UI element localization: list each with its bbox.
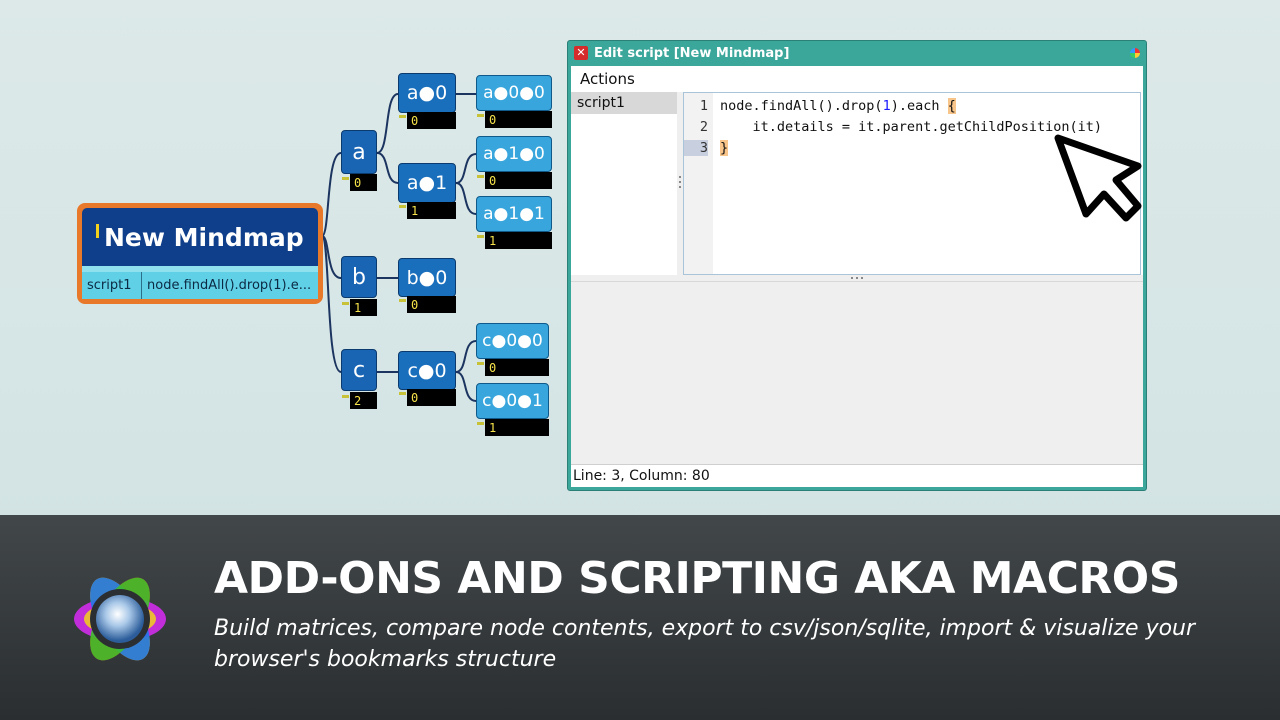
node-b0-label: b●0	[406, 266, 448, 289]
cursor-position: Line: 3, Column: 80	[573, 468, 710, 484]
node-c-details: 2	[350, 392, 377, 409]
banner-subline: Build matrices, compare node contents, e…	[214, 616, 1196, 672]
pointer-cursor-icon	[1054, 134, 1142, 222]
horizontal-splitter[interactable]	[571, 275, 1143, 282]
node-c-label: c	[352, 357, 366, 383]
node-c00-tag-icon	[477, 362, 484, 365]
node-c01[interactable]: c●0●1	[476, 383, 549, 419]
edit-script-window: ✕ Edit script [New Mindmap] Actions scri…	[567, 40, 1147, 491]
banner-headline: ADD-ONS AND SCRIPTING AKA MACROS	[214, 553, 1180, 604]
menubar: Actions	[571, 66, 1143, 93]
node-a0[interactable]: a●0	[398, 73, 456, 113]
node-c00[interactable]: c●0●0	[476, 323, 549, 359]
node-c-tag-icon	[342, 395, 349, 398]
node-a[interactable]: a	[341, 130, 377, 174]
code-text: node.findAll().drop(1).each {	[720, 97, 956, 114]
node-b-tag-icon	[342, 302, 349, 305]
node-a11-label: a●1●1	[483, 204, 545, 224]
script-list-item[interactable]: script1	[571, 92, 677, 114]
node-a0-details: 0	[407, 112, 456, 129]
root-node-title: New Mindmap	[104, 222, 304, 252]
close-icon[interactable]: ✕	[574, 46, 588, 60]
node-a0-tag-icon	[399, 115, 406, 118]
attribute-value: node.findAll().drop(1).e...	[147, 278, 312, 293]
node-c00-label: c●0●0	[482, 331, 543, 351]
line-number: 1	[699, 97, 708, 114]
node-a10[interactable]: a●1●0	[476, 136, 552, 172]
node-a00[interactable]: a●0●0	[476, 75, 552, 111]
node-a0-label: a●0	[406, 82, 448, 104]
code-token: node.findAll().drop(	[720, 97, 883, 114]
node-a11-details: 1	[485, 232, 552, 249]
output-pane	[571, 282, 1143, 465]
node-a1-details: 1	[407, 202, 456, 219]
node-a10-tag-icon	[477, 175, 484, 178]
node-a-label: a	[352, 139, 366, 165]
node-a10-details: 0	[485, 172, 552, 189]
node-c00-details: 0	[485, 359, 549, 376]
app-icon	[1130, 48, 1140, 58]
node-b-label: b	[352, 264, 366, 290]
splitter-grip-icon	[851, 277, 865, 279]
node-b0[interactable]: b●0	[398, 258, 456, 297]
window-titlebar[interactable]: ✕ Edit script [New Mindmap]	[568, 41, 1146, 65]
node-a10-label: a●1●0	[483, 144, 545, 164]
code-brace: }	[720, 139, 729, 156]
node-b-details: 1	[350, 299, 377, 316]
freeplane-logo-icon	[74, 577, 166, 661]
node-c0-details: 0	[407, 389, 456, 406]
node-a11[interactable]: a●1●1	[476, 196, 552, 232]
script-list[interactable]: script1	[571, 92, 677, 275]
node-c0-tag-icon	[399, 392, 406, 395]
node-c0-label: c●0	[407, 359, 447, 382]
node-c01-label: c●0●1	[482, 391, 543, 411]
line-number: 2	[699, 118, 708, 135]
attribute-key: script1	[82, 272, 142, 299]
node-a1-tag-icon	[399, 205, 406, 208]
promo-banner: ADD-ONS AND SCRIPTING AKA MACROS Build m…	[0, 515, 1280, 720]
splitter-grip-icon	[679, 176, 681, 190]
root-marker-icon	[96, 224, 99, 238]
node-a00-details: 0	[485, 111, 552, 128]
node-a11-tag-icon	[477, 235, 484, 238]
mindmap-canvas: New Mindmap script1 node.findAll().drop(…	[0, 0, 1280, 515]
code-line-3: 3 }	[684, 137, 729, 158]
code-text: }	[720, 139, 729, 156]
code-brace: {	[947, 97, 956, 114]
code-line-2: 2 it.details = it.parent.getChildPositio…	[684, 116, 1102, 137]
node-c0[interactable]: c●0	[398, 351, 456, 390]
node-a-tag-icon	[342, 177, 349, 180]
node-c01-tag-icon	[477, 422, 484, 425]
node-b0-tag-icon	[399, 299, 406, 302]
code-token: ).each	[890, 97, 948, 114]
node-a-details: 0	[350, 174, 377, 191]
code-number: 1	[882, 97, 891, 114]
node-b0-details: 0	[407, 296, 456, 313]
node-c[interactable]: c	[341, 349, 377, 391]
menu-actions[interactable]: Actions	[580, 70, 635, 88]
node-a00-tag-icon	[477, 114, 484, 117]
root-attribute-row[interactable]: script1 node.findAll().drop(1).e...	[82, 266, 318, 299]
root-node-title-box: New Mindmap	[82, 208, 318, 266]
node-a00-label: a●0●0	[483, 83, 545, 103]
node-a1[interactable]: a●1	[398, 163, 456, 203]
root-node[interactable]: New Mindmap script1 node.findAll().drop(…	[77, 203, 323, 304]
code-text: it.details = it.parent.getChildPosition(…	[720, 118, 1103, 135]
line-number: 3	[684, 139, 708, 156]
node-a1-label: a●1	[406, 172, 448, 194]
window-title: Edit script [New Mindmap]	[594, 45, 790, 61]
node-c01-details: 1	[485, 419, 549, 436]
status-bar: Line: 3, Column: 80	[571, 464, 1143, 487]
code-line-1: 1 node.findAll().drop(1).each {	[684, 95, 956, 116]
node-b[interactable]: b	[341, 256, 377, 298]
